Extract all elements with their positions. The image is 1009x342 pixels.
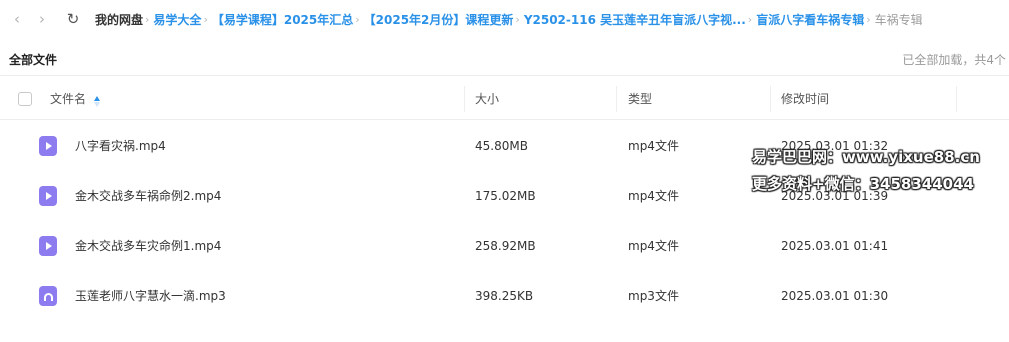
sort-ascending-icon [94, 96, 101, 107]
navigation-bar: ‹ › ↻ 我的网盘 › 易学大全 › 【易学课程】2025年汇总 › 【202… [0, 0, 1009, 38]
column-header-name[interactable]: 文件名 [50, 78, 101, 120]
audio-file-icon [39, 286, 57, 306]
file-type: mp4文件 [628, 189, 679, 203]
breadcrumb-separator: › [866, 12, 871, 26]
chevron-right-icon[interactable]: › [32, 9, 52, 29]
column-header-size[interactable]: 大小 [475, 78, 499, 120]
breadcrumb-item-root[interactable]: 我的网盘 [95, 11, 143, 28]
column-header-modified[interactable]: 修改时间 [781, 78, 829, 120]
watermark-line: 易学巴巴网：www.yixue88.cn [752, 148, 980, 166]
column-divider[interactable] [616, 86, 617, 112]
video-file-icon [39, 236, 57, 256]
breadcrumb-item[interactable]: 盲派八字看车祸专辑 [756, 11, 864, 28]
file-type: mp4文件 [628, 139, 679, 153]
breadcrumb-separator: › [203, 12, 208, 26]
breadcrumb-item-current: 车祸专辑 [874, 12, 923, 27]
file-name[interactable]: 金木交战多车灾命例1.mp4 [75, 221, 221, 271]
video-file-icon [39, 136, 57, 156]
column-header-type[interactable]: 类型 [628, 78, 652, 120]
breadcrumb-item[interactable]: Y2502-116 吴玉莲辛丑年盲派八字视... [524, 11, 746, 28]
breadcrumb-item[interactable]: 【2025年2月份】课程更新 [364, 11, 514, 28]
breadcrumb-item[interactable]: 易学大全 [153, 11, 201, 28]
column-divider[interactable] [956, 86, 957, 112]
file-size: 45.80MB [475, 139, 528, 153]
file-name[interactable]: 金木交战多车祸命例2.mp4 [75, 171, 221, 221]
file-name[interactable]: 八字看灾祸.mp4 [75, 121, 166, 171]
column-divider[interactable] [770, 86, 771, 112]
table-row[interactable]: 金木交战多车灾命例1.mp4 258.92MB mp4文件 2025.03.01… [0, 221, 1009, 271]
video-file-icon [39, 186, 57, 206]
file-size: 258.92MB [475, 239, 536, 253]
breadcrumb: 我的网盘 › 易学大全 › 【易学课程】2025年汇总 › 【2025年2月份】… [95, 11, 923, 28]
breadcrumb-item[interactable]: 【易学课程】2025年汇总 [212, 11, 353, 28]
chevron-left-icon[interactable]: ‹ [7, 9, 27, 29]
file-modified: 2025.03.01 01:41 [781, 239, 889, 253]
breadcrumb-separator: › [747, 12, 753, 26]
file-modified: 2025.03.01 01:30 [781, 289, 889, 303]
refresh-icon[interactable]: ↻ [63, 9, 83, 29]
select-all-checkbox[interactable] [18, 92, 32, 106]
file-size: 398.25KB [475, 289, 534, 303]
file-name[interactable]: 玉莲老师八字慧水一滴.mp3 [75, 271, 226, 321]
section-header: 全部文件 已全部加载，共4个 [0, 44, 1009, 76]
file-type: mp4文件 [628, 239, 679, 253]
table-header: 文件名 大小 类型 修改时间 [0, 78, 1009, 120]
watermark-line: 更多资料+微信：3458344044 [752, 175, 974, 193]
file-type: mp3文件 [628, 289, 679, 303]
table-row[interactable]: 玉莲老师八字慧水一滴.mp3 398.25KB mp3文件 2025.03.01… [0, 271, 1009, 321]
breadcrumb-separator: › [145, 12, 150, 26]
breadcrumb-separator: › [515, 12, 520, 26]
page-title: 全部文件 [9, 53, 58, 67]
column-header-name-label: 文件名 [50, 92, 87, 106]
column-divider[interactable] [464, 86, 465, 112]
breadcrumb-separator: › [355, 12, 360, 26]
file-size: 175.02MB [475, 189, 536, 203]
load-status: 已全部加载，共4个 [902, 53, 1006, 67]
